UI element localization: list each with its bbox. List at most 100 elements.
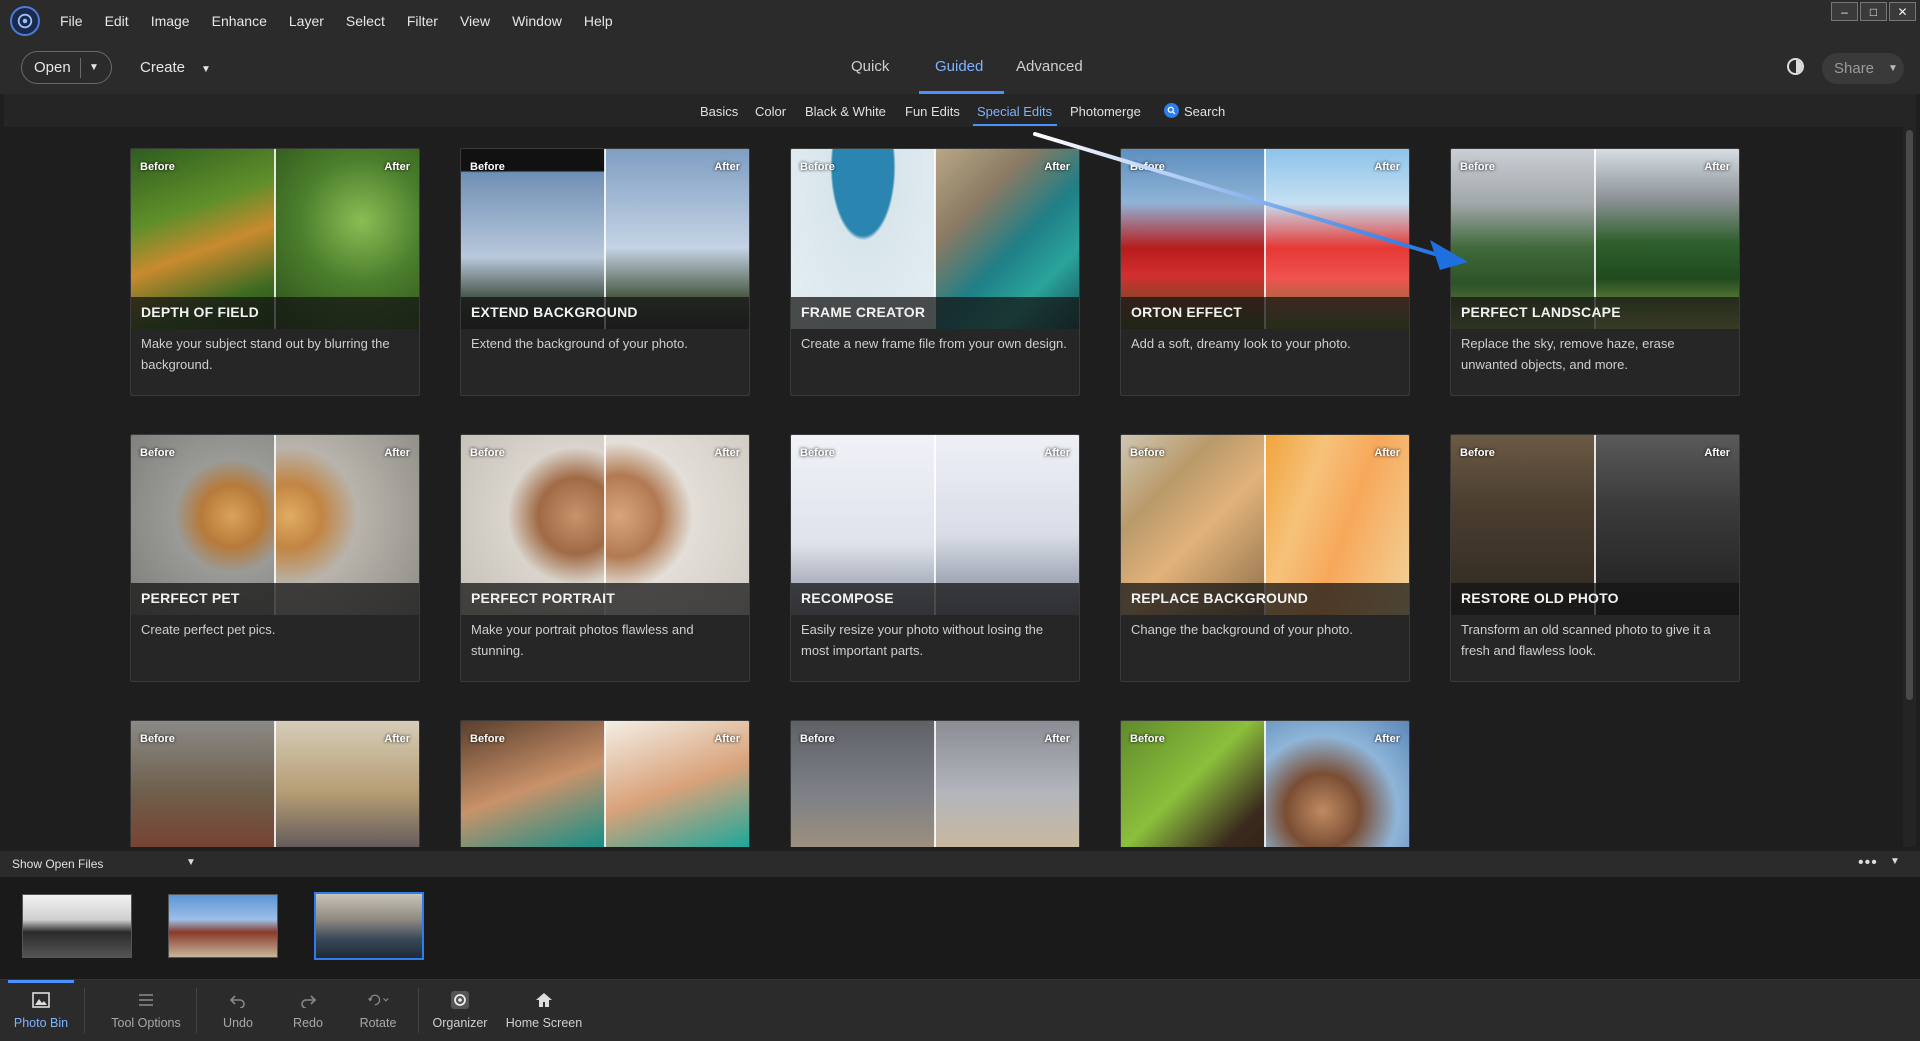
content-scrollbar[interactable] bbox=[1903, 127, 1916, 847]
category-photomerge[interactable]: Photomerge bbox=[1070, 104, 1141, 119]
top-toolbar: Open ▼ Create ▼ Quick Guided Advanced Sha… bbox=[0, 42, 1920, 94]
menu-bar: File Edit Image Enhance Layer Select Fil… bbox=[0, 0, 1920, 42]
menu-edit[interactable]: Edit bbox=[105, 13, 129, 29]
before-tag: Before bbox=[470, 733, 505, 745]
scrollbar-thumb[interactable] bbox=[1906, 130, 1913, 700]
tab-guided[interactable]: Guided bbox=[935, 58, 983, 75]
tab-quick[interactable]: Quick bbox=[851, 58, 889, 75]
menu-view[interactable]: View bbox=[460, 13, 490, 29]
open-file-thumbnail[interactable] bbox=[22, 894, 132, 958]
category-bar: Basics Color Black & White Fun Edits Spe… bbox=[4, 94, 1916, 127]
card-extend-background[interactable]: Before After EXTEND BACKGROUND Extend th… bbox=[460, 148, 750, 396]
after-tag: After bbox=[1374, 447, 1400, 459]
menu-layer[interactable]: Layer bbox=[289, 13, 324, 29]
card-orton-effect[interactable]: Before After ORTON EFFECT Add a soft, dr… bbox=[1120, 148, 1410, 396]
after-tag: After bbox=[714, 161, 740, 173]
card-row3-1[interactable]: Before After bbox=[130, 720, 420, 847]
card-perfect-landscape[interactable]: Before After PERFECT LANDSCAPE Replace t… bbox=[1450, 148, 1740, 396]
card-thumbnail: Before After DEPTH OF FIELD bbox=[131, 149, 419, 329]
photo-bin-icon bbox=[30, 990, 52, 1010]
after-tag: After bbox=[1704, 161, 1730, 173]
show-open-files-dropdown[interactable]: Show Open Files bbox=[12, 857, 103, 871]
category-special-edits[interactable]: Special Edits bbox=[977, 104, 1052, 119]
card-description: Transform an old scanned photo to give i… bbox=[1461, 622, 1711, 658]
card-row3-3[interactable]: Before After bbox=[790, 720, 1080, 847]
maximize-button[interactable]: □ bbox=[1860, 2, 1887, 21]
undo-label: Undo bbox=[223, 1016, 253, 1030]
open-file-thumbnail-selected[interactable] bbox=[314, 892, 424, 960]
card-title: PERFECT LANDSCAPE bbox=[1461, 304, 1621, 320]
open-button[interactable]: Open ▼ bbox=[21, 51, 112, 84]
before-tag: Before bbox=[140, 447, 175, 459]
card-row3-2[interactable]: Before After bbox=[460, 720, 750, 847]
card-frame-creator[interactable]: Before After FRAME CREATOR Create a new … bbox=[790, 148, 1080, 396]
before-tag: Before bbox=[140, 733, 175, 745]
bottom-taskbar: Photo Bin Tool Options Undo Redo Rotate … bbox=[0, 980, 1920, 1041]
card-title: EXTEND BACKGROUND bbox=[471, 304, 638, 320]
card-thumbnail: Before After PERFECT PET bbox=[131, 435, 419, 615]
card-thumbnail: Before After FRAME CREATOR bbox=[791, 149, 1079, 329]
card-thumbnail: Before After RECOMPOSE bbox=[791, 435, 1079, 615]
app-logo-icon[interactable] bbox=[10, 6, 40, 36]
tool-options-icon bbox=[135, 990, 157, 1010]
category-color[interactable]: Color bbox=[755, 104, 786, 119]
card-perfect-portrait[interactable]: Before After PERFECT PORTRAIT Make your … bbox=[460, 434, 750, 682]
before-tag: Before bbox=[800, 733, 835, 745]
menu-filter[interactable]: Filter bbox=[407, 13, 438, 29]
organizer-button[interactable]: Organizer bbox=[428, 980, 492, 1041]
menu-image[interactable]: Image bbox=[151, 13, 190, 29]
tool-options-button[interactable]: Tool Options bbox=[104, 980, 188, 1041]
menu-help[interactable]: Help bbox=[584, 13, 613, 29]
card-title: PERFECT PORTRAIT bbox=[471, 590, 615, 606]
before-tag: Before bbox=[470, 161, 505, 173]
rotate-button[interactable]: Rotate bbox=[350, 980, 406, 1041]
chevron-down-icon[interactable]: ▼ bbox=[89, 62, 99, 73]
card-thumbnail: Before After PERFECT PORTRAIT bbox=[461, 435, 749, 615]
undo-icon bbox=[227, 990, 249, 1010]
close-button[interactable]: ✕ bbox=[1889, 2, 1916, 21]
share-button[interactable]: Share ▼ bbox=[1822, 53, 1904, 84]
after-tag: After bbox=[1044, 733, 1070, 745]
category-search[interactable]: Search bbox=[1184, 104, 1225, 119]
open-file-thumbnail[interactable] bbox=[168, 894, 278, 958]
minimize-button[interactable]: – bbox=[1831, 2, 1858, 21]
card-description: Create perfect pet pics. bbox=[141, 622, 276, 637]
chevron-down-icon: ▼ bbox=[1888, 63, 1898, 74]
card-perfect-pet[interactable]: Before After PERFECT PET Create perfect … bbox=[130, 434, 420, 682]
after-tag: After bbox=[384, 161, 410, 173]
card-replace-background[interactable]: Before After REPLACE BACKGROUND Change t… bbox=[1120, 434, 1410, 682]
collapse-chevron-icon[interactable]: ▼ bbox=[1890, 856, 1900, 867]
search-icon[interactable] bbox=[1164, 103, 1179, 118]
menu-window[interactable]: Window bbox=[512, 13, 562, 29]
card-depth-of-field[interactable]: Before After DEPTH OF FIELD Make your su… bbox=[130, 148, 420, 396]
home-icon bbox=[533, 990, 555, 1010]
tab-advanced[interactable]: Advanced bbox=[1016, 58, 1083, 75]
card-thumbnail: Before After REPLACE BACKGROUND bbox=[1121, 435, 1409, 615]
before-tag: Before bbox=[800, 447, 835, 459]
redo-button[interactable]: Redo bbox=[280, 980, 336, 1041]
menu-select[interactable]: Select bbox=[346, 13, 385, 29]
menu-enhance[interactable]: Enhance bbox=[212, 13, 267, 29]
home-screen-button[interactable]: Home Screen bbox=[500, 980, 588, 1041]
undo-button[interactable]: Undo bbox=[210, 980, 266, 1041]
category-black-white[interactable]: Black & White bbox=[805, 104, 886, 119]
card-thumbnail: Before After ORTON EFFECT bbox=[1121, 149, 1409, 329]
card-recompose[interactable]: Before After RECOMPOSE Easily resize you… bbox=[790, 434, 1080, 682]
category-basics[interactable]: Basics bbox=[700, 104, 738, 119]
card-row3-4[interactable]: Before After bbox=[1120, 720, 1410, 847]
share-label: Share bbox=[1834, 60, 1875, 77]
create-button[interactable]: Create ▼ bbox=[140, 59, 211, 76]
category-fun-edits[interactable]: Fun Edits bbox=[905, 104, 960, 119]
open-divider bbox=[80, 57, 81, 78]
menu-file[interactable]: File bbox=[60, 13, 83, 29]
after-tag: After bbox=[1374, 733, 1400, 745]
card-description: Make your subject stand out by blurring … bbox=[141, 336, 390, 372]
card-thumbnail: Before After RESTORE OLD PHOTO bbox=[1451, 435, 1739, 615]
photo-bin-button[interactable]: Photo Bin bbox=[8, 980, 74, 1041]
theme-toggle-icon[interactable] bbox=[1787, 58, 1804, 75]
card-restore-old-photo[interactable]: Before After RESTORE OLD PHOTO Transform… bbox=[1450, 434, 1740, 682]
chevron-down-icon[interactable]: ▼ bbox=[186, 857, 196, 868]
more-options-icon[interactable]: ••• bbox=[1858, 854, 1878, 872]
after-tag: After bbox=[1704, 447, 1730, 459]
card-title: REPLACE BACKGROUND bbox=[1131, 590, 1309, 606]
